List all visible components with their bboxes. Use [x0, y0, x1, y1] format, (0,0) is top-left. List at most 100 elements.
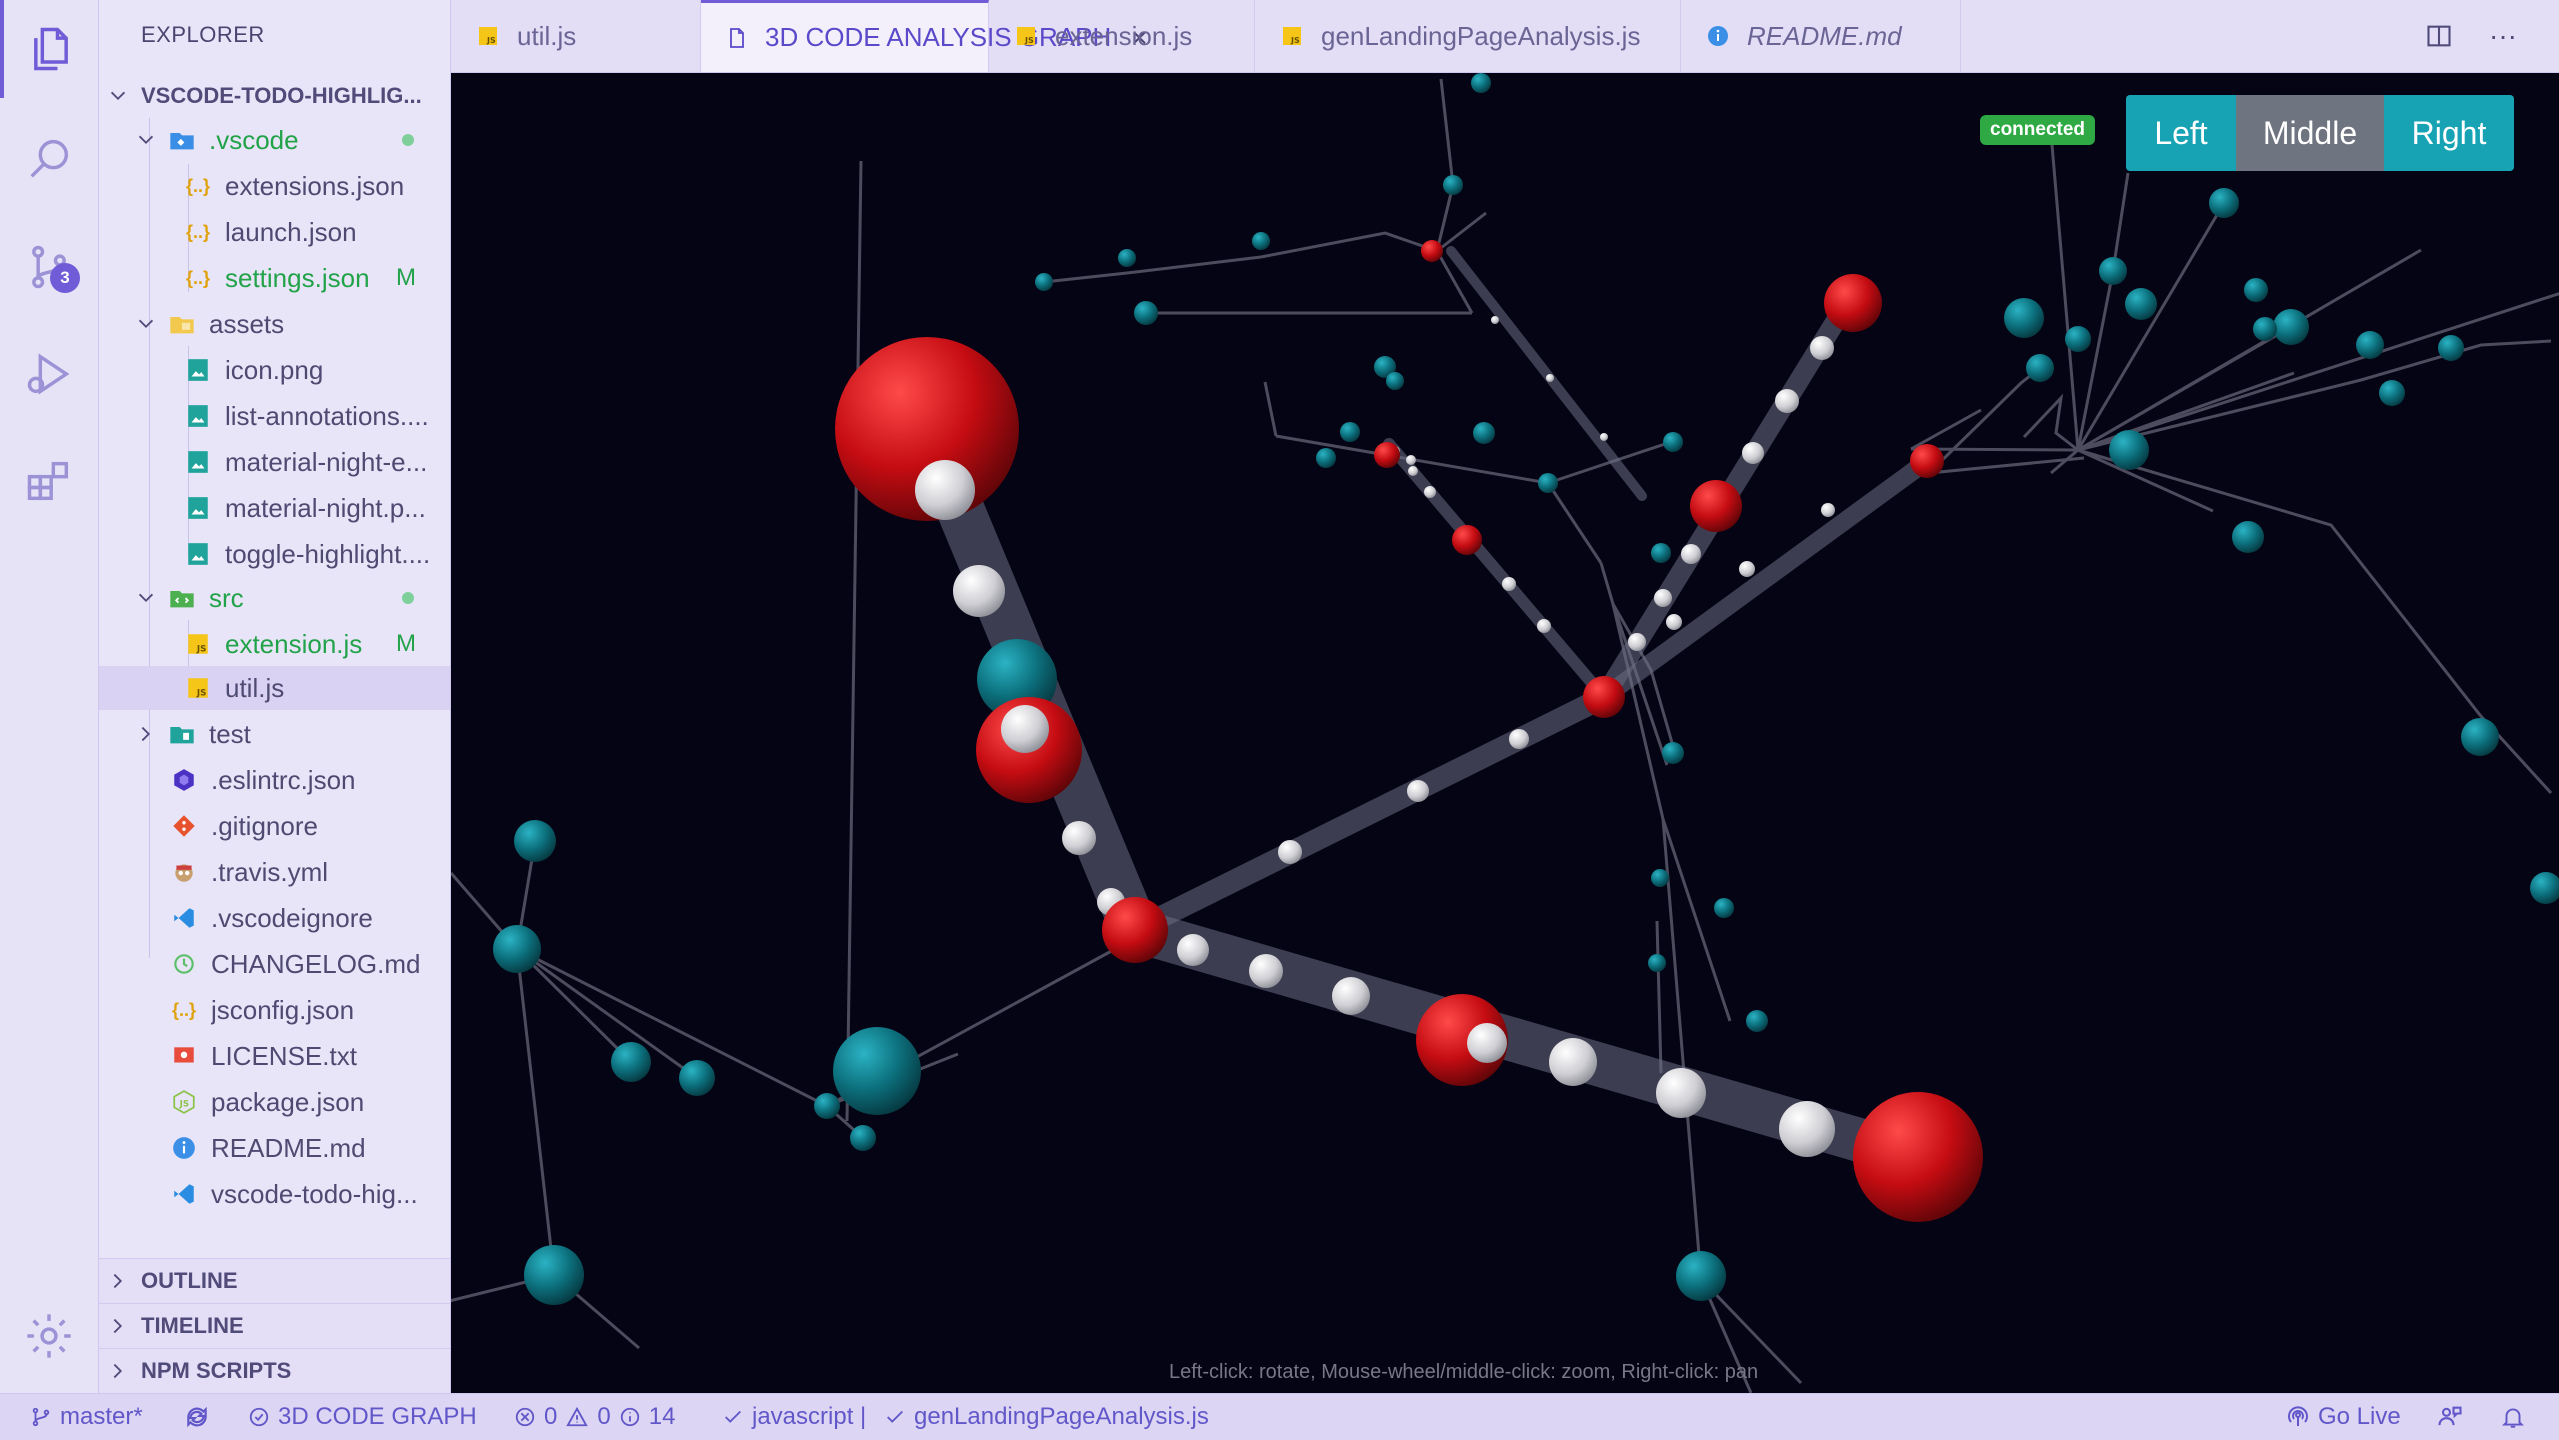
- status-problems[interactable]: 0 0 14: [514, 1394, 675, 1440]
- graph-teal-nodes: [493, 73, 2559, 1305]
- tree-file-package-json[interactable]: JS package.json: [99, 1080, 450, 1124]
- test-folder-icon: [167, 719, 197, 749]
- 3d-graph-svg[interactable]: [451, 73, 2559, 1393]
- tab-util-js[interactable]: JS util.js: [451, 0, 701, 72]
- npm-file-icon: JS: [169, 1087, 199, 1117]
- check-icon: [887, 1410, 903, 1423]
- verified-icon: [249, 1407, 269, 1427]
- chevron-down-icon: [110, 91, 126, 101]
- right-button[interactable]: Right: [2384, 95, 2514, 171]
- status-branch[interactable]: master*: [30, 1394, 143, 1440]
- chevron-down-icon: [138, 135, 154, 145]
- branch-icon: [32, 1407, 50, 1427]
- chevron-down-icon: [138, 319, 154, 329]
- source-control-icon[interactable]: [0, 218, 98, 316]
- chevron-right-icon: [113, 1273, 123, 1289]
- vscode-file-icon: [169, 903, 199, 933]
- status-language[interactable]: javascript |: [722, 1394, 866, 1440]
- tab-extension-js[interactable]: JS extension.js: [989, 0, 1255, 72]
- info-icon: [169, 1133, 199, 1163]
- info-circle-icon: [620, 1407, 639, 1427]
- tree-file-settings-json[interactable]: {..} settings.json M: [99, 256, 450, 300]
- tree-folder-vscode[interactable]: .vscode: [99, 118, 450, 162]
- svg-text:JS: JS: [486, 36, 496, 45]
- explorer-title: EXPLORER: [141, 22, 265, 47]
- tree-file-gitignore[interactable]: .gitignore: [99, 804, 450, 848]
- tree-file-vsix[interactable]: vscode-todo-hig...: [99, 1172, 450, 1216]
- tree-file-material-night-p[interactable]: material-night.p...: [99, 486, 450, 530]
- chevron-down-icon: [138, 593, 154, 603]
- json-file-icon: {..}: [171, 999, 196, 1020]
- tree-file-readme[interactable]: README.md: [99, 1126, 450, 1170]
- feedback-icon[interactable]: [2436, 1394, 2472, 1440]
- tree-folder-test[interactable]: test: [99, 712, 450, 756]
- status-go-live[interactable]: Go Live: [2286, 1394, 2401, 1440]
- explorer-sidebar: EXPLORER VSCODE-TODO-HIGHLIG... .vscode …: [99, 0, 451, 1393]
- status-badge: connected: [1980, 115, 2096, 145]
- travis-file-icon: [169, 857, 199, 887]
- section-timeline[interactable]: TIMELINE: [99, 1303, 450, 1348]
- navigation-hint: Left-click: rotate, Mouse-wheel/middle-c…: [1169, 1361, 1759, 1383]
- section-npm-scripts[interactable]: NPM SCRIPTS: [99, 1348, 450, 1393]
- tree-file-license[interactable]: LICENSE.txt: [99, 1034, 450, 1078]
- search-icon[interactable]: [0, 110, 98, 208]
- editor-tab-bar: JS util.js 3D CODE ANALYSIS GRAPH × JS e…: [451, 0, 2559, 73]
- run-debug-icon[interactable]: [0, 325, 98, 423]
- chevron-right-icon: [113, 1318, 123, 1334]
- section-outline[interactable]: OUTLINE: [99, 1258, 450, 1303]
- middle-button[interactable]: Middle: [2236, 95, 2384, 171]
- extensions-icon[interactable]: [0, 432, 98, 530]
- modified-flag: M: [396, 630, 416, 657]
- tree-file-changelog[interactable]: CHANGELOG.md: [99, 942, 450, 986]
- tab-genlandingpageanalysis-js[interactable]: JS genLandingPageAnalysis.js: [1255, 0, 1681, 72]
- svg-text:JS: JS: [196, 645, 206, 655]
- left-button[interactable]: Left: [2126, 95, 2236, 171]
- tree-folder-assets[interactable]: assets: [99, 302, 450, 346]
- tree-file-extension-js[interactable]: JS extension.js M: [99, 622, 450, 666]
- tree-file-launch-json[interactable]: {..} launch.json: [99, 210, 450, 254]
- graph-canvas[interactable]: connected Left Middle Right Left-click: …: [451, 73, 2559, 1393]
- chevron-right-icon: [113, 1363, 123, 1379]
- status-3d-code-graph[interactable]: 3D CODE GRAPH: [248, 1394, 477, 1440]
- files-icon[interactable]: [0, 0, 98, 98]
- tab-3d-code-analysis-graph[interactable]: 3D CODE ANALYSIS GRAPH ×: [701, 0, 1148, 72]
- tree-file-jsconfig[interactable]: {..} jsconfig.json: [99, 988, 450, 1032]
- js-file-icon: JS: [183, 629, 213, 659]
- tree-file-toggle-highlight[interactable]: toggle-highlight....: [99, 532, 450, 576]
- vscode-folder-icon: [167, 125, 197, 155]
- eslint-file-icon: [169, 765, 199, 795]
- tree-file-util-js[interactable]: JS util.js: [99, 666, 450, 710]
- status-bar: master* 3D CODE GRAPH 0 0 14 javascript …: [0, 1393, 2559, 1440]
- tree-file-material-night-e[interactable]: material-night-e...: [99, 440, 450, 484]
- warning-icon: [566, 1406, 589, 1427]
- image-file-icon: [183, 355, 213, 385]
- image-file-icon: [183, 401, 213, 431]
- svg-text:JS: JS: [179, 1099, 189, 1109]
- more-actions-icon[interactable]: ···: [2485, 18, 2521, 54]
- notifications-bell-icon[interactable]: [2500, 1394, 2534, 1440]
- sync-icon[interactable]: [184, 1394, 218, 1440]
- gear-icon[interactable]: [0, 1287, 98, 1385]
- chevron-right-icon: [141, 726, 151, 742]
- json-file-icon: {..}: [185, 221, 210, 242]
- changelog-file-icon: [169, 949, 199, 979]
- vscode-file-icon: [169, 1179, 199, 1209]
- tree-file-extensions-json[interactable]: {..} extensions.json: [99, 164, 450, 208]
- info-icon: [1705, 23, 1731, 49]
- activity-bar: 3: [0, 0, 99, 1393]
- split-editor-icon[interactable]: [2421, 18, 2457, 54]
- modified-dot: [402, 134, 414, 146]
- tree-folder-src[interactable]: src: [99, 576, 450, 620]
- status-active-file[interactable]: genLandingPageAnalysis.js: [884, 1394, 1209, 1440]
- json-file-icon: {..}: [185, 267, 210, 288]
- tree-file-eslintrc[interactable]: .eslintrc.json: [99, 758, 450, 802]
- explorer-root-folder[interactable]: VSCODE-TODO-HIGHLIG...: [99, 78, 450, 114]
- tree-file-list-annotations[interactable]: list-annotations....: [99, 394, 450, 438]
- assets-folder-icon: [167, 309, 197, 339]
- tree-file-icon-png[interactable]: icon.png: [99, 348, 450, 392]
- license-file-icon: [169, 1041, 199, 1071]
- tab-readme-md[interactable]: README.md: [1681, 0, 1961, 72]
- tree-file-travis[interactable]: .travis.yml: [99, 850, 450, 894]
- tree-file-vscodeignore[interactable]: .vscodeignore: [99, 896, 450, 940]
- error-icon: [515, 1407, 535, 1427]
